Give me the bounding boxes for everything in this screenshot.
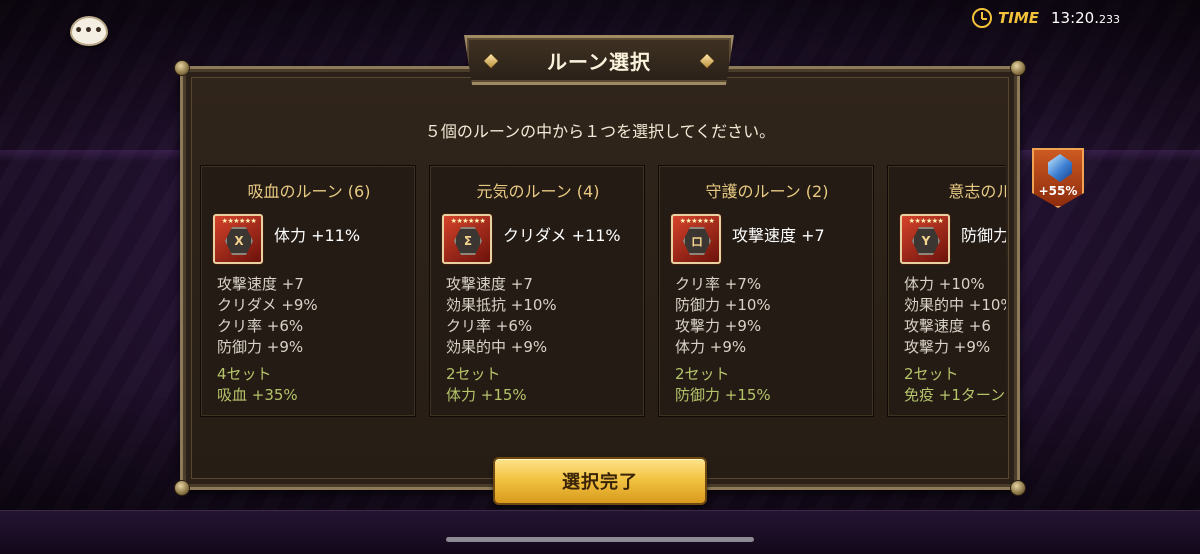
sub-stat: 攻撃力 +9% (904, 338, 991, 356)
corner-rivet-icon (1010, 60, 1026, 76)
rune-name: 吸血のルーン (6) (247, 182, 371, 201)
rune-main-stat: 防御力 (961, 226, 1006, 245)
rune-sub-stats: 攻撃速度 +7 クリダメ +9% クリ率 +6% 防御力 +9% (217, 274, 318, 358)
rune-glyph-icon: X (225, 227, 253, 255)
sub-stat: 体力 +10% (904, 275, 985, 293)
rune-main-stat: 体力 +11% (274, 226, 361, 245)
rune-glyph-icon: Y (912, 227, 940, 255)
home-indicator[interactable] (446, 537, 754, 542)
dialog-instruction: ５個のルーンの中から１つを選択してください。 (424, 122, 776, 141)
rune-stars-icon: ★★★★★★ (679, 217, 715, 225)
diamond-ornament-icon (482, 52, 500, 70)
set-effect: 体力 +15% (446, 386, 527, 404)
bottom-bar (0, 510, 1200, 554)
alarm-clock-icon (972, 8, 992, 28)
confirm-selection-button[interactable]: 選択完了 (493, 457, 707, 505)
rune-name: 守護のルーン (2) (705, 182, 829, 201)
rune-main-stat: 攻撃速度 +7 (732, 226, 825, 245)
rune-set-info: 2セット 免疫 +1ターン (904, 364, 1005, 406)
rune-stars-icon: ★★★★★★ (221, 217, 257, 225)
diamond-ornament-icon (698, 52, 716, 70)
rune-icon: ★★★★★★ Σ (442, 214, 492, 264)
sub-stat: 防御力 +9% (217, 338, 304, 356)
timer: TIME 13:20.233 (972, 7, 1120, 29)
sub-stat: クリ率 +6% (217, 317, 304, 335)
corner-rivet-icon (1010, 480, 1026, 496)
bonus-badge-text: +55% (1038, 184, 1078, 198)
rune-name: 元気のルーン (4) (476, 182, 600, 201)
rune-icon: ★★★★★★ X (213, 214, 263, 264)
sub-stat: クリ率 +7% (675, 275, 762, 293)
rune-icon: ★★★★★★ ロ (671, 214, 721, 264)
rune-card[interactable]: 意志のルーン ★★★★★★ Y 防御力 体力 +10% 効果的中 +10% 攻撃… (887, 165, 1006, 417)
corner-rivet-icon (174, 60, 190, 76)
rune-card-list[interactable]: 吸血のルーン (6) ★★★★★★ X 体力 +11% 攻撃速度 +7 クリダメ… (198, 165, 1006, 419)
time-value: 13:20.233 (1051, 9, 1120, 27)
rune-main-stat: クリダメ +11% (503, 226, 621, 245)
sub-stat: 攻撃速度 +6 (904, 317, 991, 335)
rune-name: 意志のルーン (948, 182, 1006, 201)
rune-set-info: 2セット 体力 +15% (446, 364, 527, 406)
rune-card[interactable]: 元気のルーン (4) ★★★★★★ Σ クリダメ +11% 攻撃速度 +7 効果… (429, 165, 645, 417)
sub-stat: 防御力 +10% (675, 296, 771, 314)
rune-stars-icon: ★★★★★★ (450, 217, 486, 225)
sub-stat: クリダメ +9% (217, 296, 318, 314)
dialog-title-plate: ルーン選択 (464, 35, 734, 85)
rune-card[interactable]: 守護のルーン (2) ★★★★★★ ロ 攻撃速度 +7 クリ率 +7% 防御力 … (658, 165, 874, 417)
set-name: 2セット (446, 365, 501, 383)
set-effect: 防御力 +15% (675, 386, 771, 404)
rune-card[interactable]: 吸血のルーン (6) ★★★★★★ X 体力 +11% 攻撃速度 +7 クリダメ… (200, 165, 416, 417)
rune-set-info: 4セット 吸血 +35% (217, 364, 298, 406)
confirm-selection-label: 選択完了 (562, 472, 638, 493)
rune-icon: ★★★★★★ Y (900, 214, 950, 264)
time-milliseconds: 233 (1099, 13, 1120, 26)
sub-stat: 効果的中 +9% (446, 338, 548, 356)
sub-stat: 攻撃速度 +7 (217, 275, 304, 293)
rune-sub-stats: 攻撃速度 +7 効果抵抗 +10% クリ率 +6% 効果的中 +9% (446, 274, 557, 358)
rune-sub-stats: 体力 +10% 効果的中 +10% 攻撃速度 +6 攻撃力 +9% (904, 274, 1006, 358)
blue-gem-icon (1048, 154, 1072, 182)
corner-rivet-icon (174, 480, 190, 496)
sub-stat: クリ率 +6% (446, 317, 533, 335)
set-effect: 免疫 +1ターン (904, 386, 1006, 404)
rune-sub-stats: クリ率 +7% 防御力 +10% 攻撃力 +9% 体力 +9% (675, 274, 771, 358)
sub-stat: 攻撃速度 +7 (446, 275, 533, 293)
rune-glyph-icon: ロ (683, 227, 711, 255)
chat-bubble-icon[interactable]: ••• (70, 16, 108, 46)
time-main: 13:20. (1051, 9, 1099, 27)
rune-set-info: 2セット 防御力 +15% (675, 364, 771, 406)
rune-glyph-icon: Σ (454, 227, 482, 255)
rune-stars-icon: ★★★★★★ (908, 217, 944, 225)
set-effect: 吸血 +35% (217, 386, 298, 404)
set-name: 2セット (904, 365, 959, 383)
set-name: 2セット (675, 365, 730, 383)
set-name: 4セット (217, 365, 272, 383)
sub-stat: 攻撃力 +9% (675, 317, 762, 335)
sub-stat: 効果的中 +10% (904, 296, 1006, 314)
time-label: TIME (998, 9, 1039, 27)
sub-stat: 体力 +9% (675, 338, 747, 356)
sub-stat: 効果抵抗 +10% (446, 296, 557, 314)
dialog-title: ルーン選択 (547, 49, 651, 74)
